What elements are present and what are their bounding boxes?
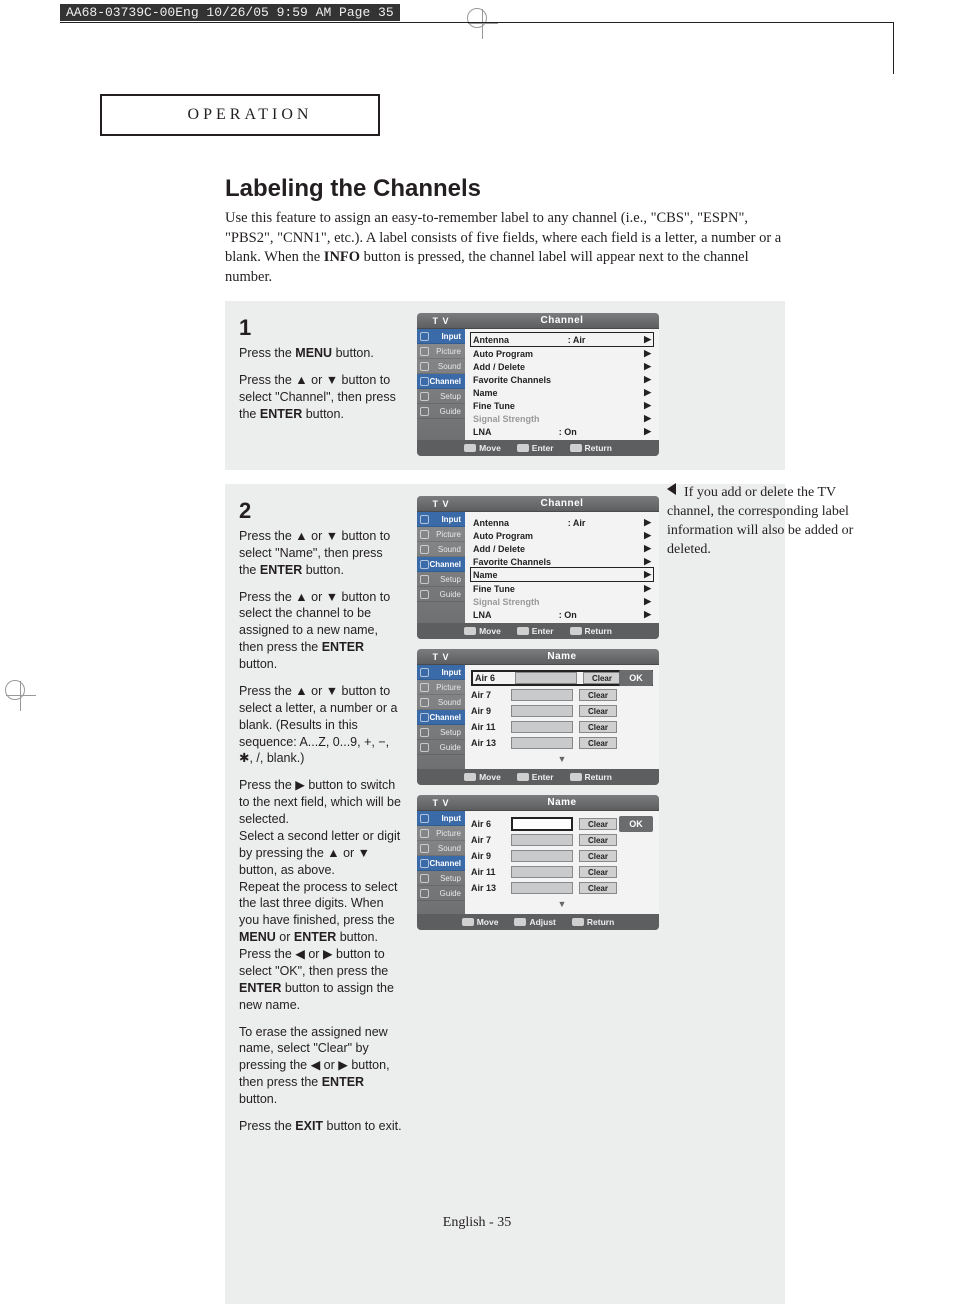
- ok-button[interactable]: OK: [619, 816, 653, 832]
- t: button to exit.: [323, 1119, 402, 1133]
- osd-side-setup: Setup: [417, 389, 465, 404]
- side-note-text: If you add or delete the TV channel, the…: [667, 485, 853, 557]
- t: Press the ▲ or ▼ button to select the ch…: [239, 590, 390, 655]
- step-2-text: 2 Press the ▲ or ▼ button to select "Nam…: [239, 496, 403, 1290]
- t: button.: [302, 563, 344, 577]
- osd-row-autoprogram: Auto Program▶: [471, 347, 653, 360]
- step-1-number: 1: [239, 313, 403, 343]
- osd-tv-label: T V: [417, 313, 465, 328]
- osd-sidebar: Input Picture Sound Channel Setup Guide: [417, 329, 465, 440]
- osd-row-name: Name▶: [471, 386, 653, 399]
- osd-tv-label: T V: [417, 496, 465, 511]
- osd-side-guide: Guide: [417, 404, 465, 419]
- osd-row-adddelete: Add / Delete▶: [471, 360, 653, 373]
- intro-paragraph: Use this feature to assign an easy-to-re…: [225, 209, 785, 287]
- t: Press the: [239, 346, 295, 360]
- step-1-block: 1 Press the MENU button. Press the ▲ or …: [225, 301, 785, 470]
- move-icon: [464, 444, 476, 452]
- footer-return: Return: [585, 443, 612, 453]
- t: Press the ▶ button to switch to the next…: [239, 778, 401, 826]
- intro-info-bold: INFO: [324, 249, 360, 265]
- menu-bold: MENU: [295, 346, 332, 360]
- footer-move: Move: [479, 443, 501, 453]
- osd-side-input: Input: [417, 329, 465, 344]
- b: ENTER: [322, 1075, 364, 1089]
- scroll-down-icon: ▼: [471, 754, 653, 764]
- osd-title: Channel: [465, 313, 659, 328]
- scroll-down-icon: ▼: [471, 899, 653, 909]
- osd-row-antenna: Antenna: Air▶: [470, 332, 654, 347]
- left-triangle-icon: [667, 483, 676, 495]
- step-2-block: 2 Press the ▲ or ▼ button to select "Nam…: [225, 484, 785, 1304]
- enter-bold: ENTER: [260, 407, 302, 421]
- osd-channel-name-hl: T V Channel Input Picture Sound Channel …: [417, 496, 659, 639]
- name-field-active[interactable]: [511, 817, 573, 831]
- osd-side-sound: Sound: [417, 359, 465, 374]
- t: Repeat the process to select the last th…: [239, 880, 397, 928]
- t: Press the ▲ or ▼ button to select a lett…: [239, 683, 403, 767]
- b: ENTER: [239, 981, 281, 995]
- return-icon: [570, 444, 582, 452]
- b: ENTER: [294, 930, 336, 944]
- crop-mark-top: [462, 0, 492, 30]
- b: ENTER: [322, 640, 364, 654]
- crop-mark-left: [0, 680, 30, 710]
- osd-row-signal: Signal Strength▶: [471, 412, 653, 425]
- corner-rule-h: [60, 22, 894, 23]
- print-header: AA68-03739C-00Eng 10/26/05 9:59 AM Page …: [60, 4, 400, 21]
- b: EXIT: [295, 1119, 323, 1133]
- clear-button[interactable]: Clear: [583, 672, 621, 684]
- ok-button[interactable]: OK: [619, 670, 653, 686]
- osd-name-edit-field: T V Name Input Picture Sound Channel Set…: [417, 795, 659, 930]
- t: To erase the assigned new name, select "…: [239, 1025, 390, 1090]
- b: ENTER: [260, 563, 302, 577]
- step-2-number: 2: [239, 496, 403, 526]
- enter-icon: [517, 444, 529, 452]
- osd-side-channel: Channel: [417, 374, 465, 389]
- footer-enter: Enter: [532, 443, 554, 453]
- step-1-text: 1 Press the MENU button. Press the ▲ or …: [239, 313, 403, 456]
- side-note: If you add or delete the TV channel, the…: [667, 483, 867, 560]
- section-label: OPERATION: [100, 94, 380, 136]
- corner-rule-v: [893, 22, 894, 74]
- osd-row-favorite: Favorite Channels▶: [471, 373, 653, 386]
- t: or: [276, 930, 294, 944]
- t: Select a second letter or digit by press…: [239, 829, 400, 877]
- t: button.: [239, 1092, 277, 1106]
- t: button.: [332, 346, 374, 360]
- osd-title: Channel: [465, 496, 659, 511]
- b: MENU: [239, 930, 276, 944]
- page-title: Labeling the Channels: [225, 175, 785, 203]
- osd-side-picture: Picture: [417, 344, 465, 359]
- osd-name-select-channel: T V Name Input Picture Sound Channel Set…: [417, 649, 659, 785]
- page-footer: English - 35: [0, 1215, 954, 1231]
- t: button.: [239, 657, 277, 671]
- osd-channel-antenna: T V Channel Input Picture Sound Channel …: [417, 313, 659, 456]
- osd-footer: Move Enter Return: [417, 440, 659, 456]
- t: button.: [302, 407, 344, 421]
- t: Press the: [239, 1119, 295, 1133]
- osd-row-finetune: Fine Tune▶: [471, 399, 653, 412]
- osd-row-lna: LNA: On▶: [471, 425, 653, 438]
